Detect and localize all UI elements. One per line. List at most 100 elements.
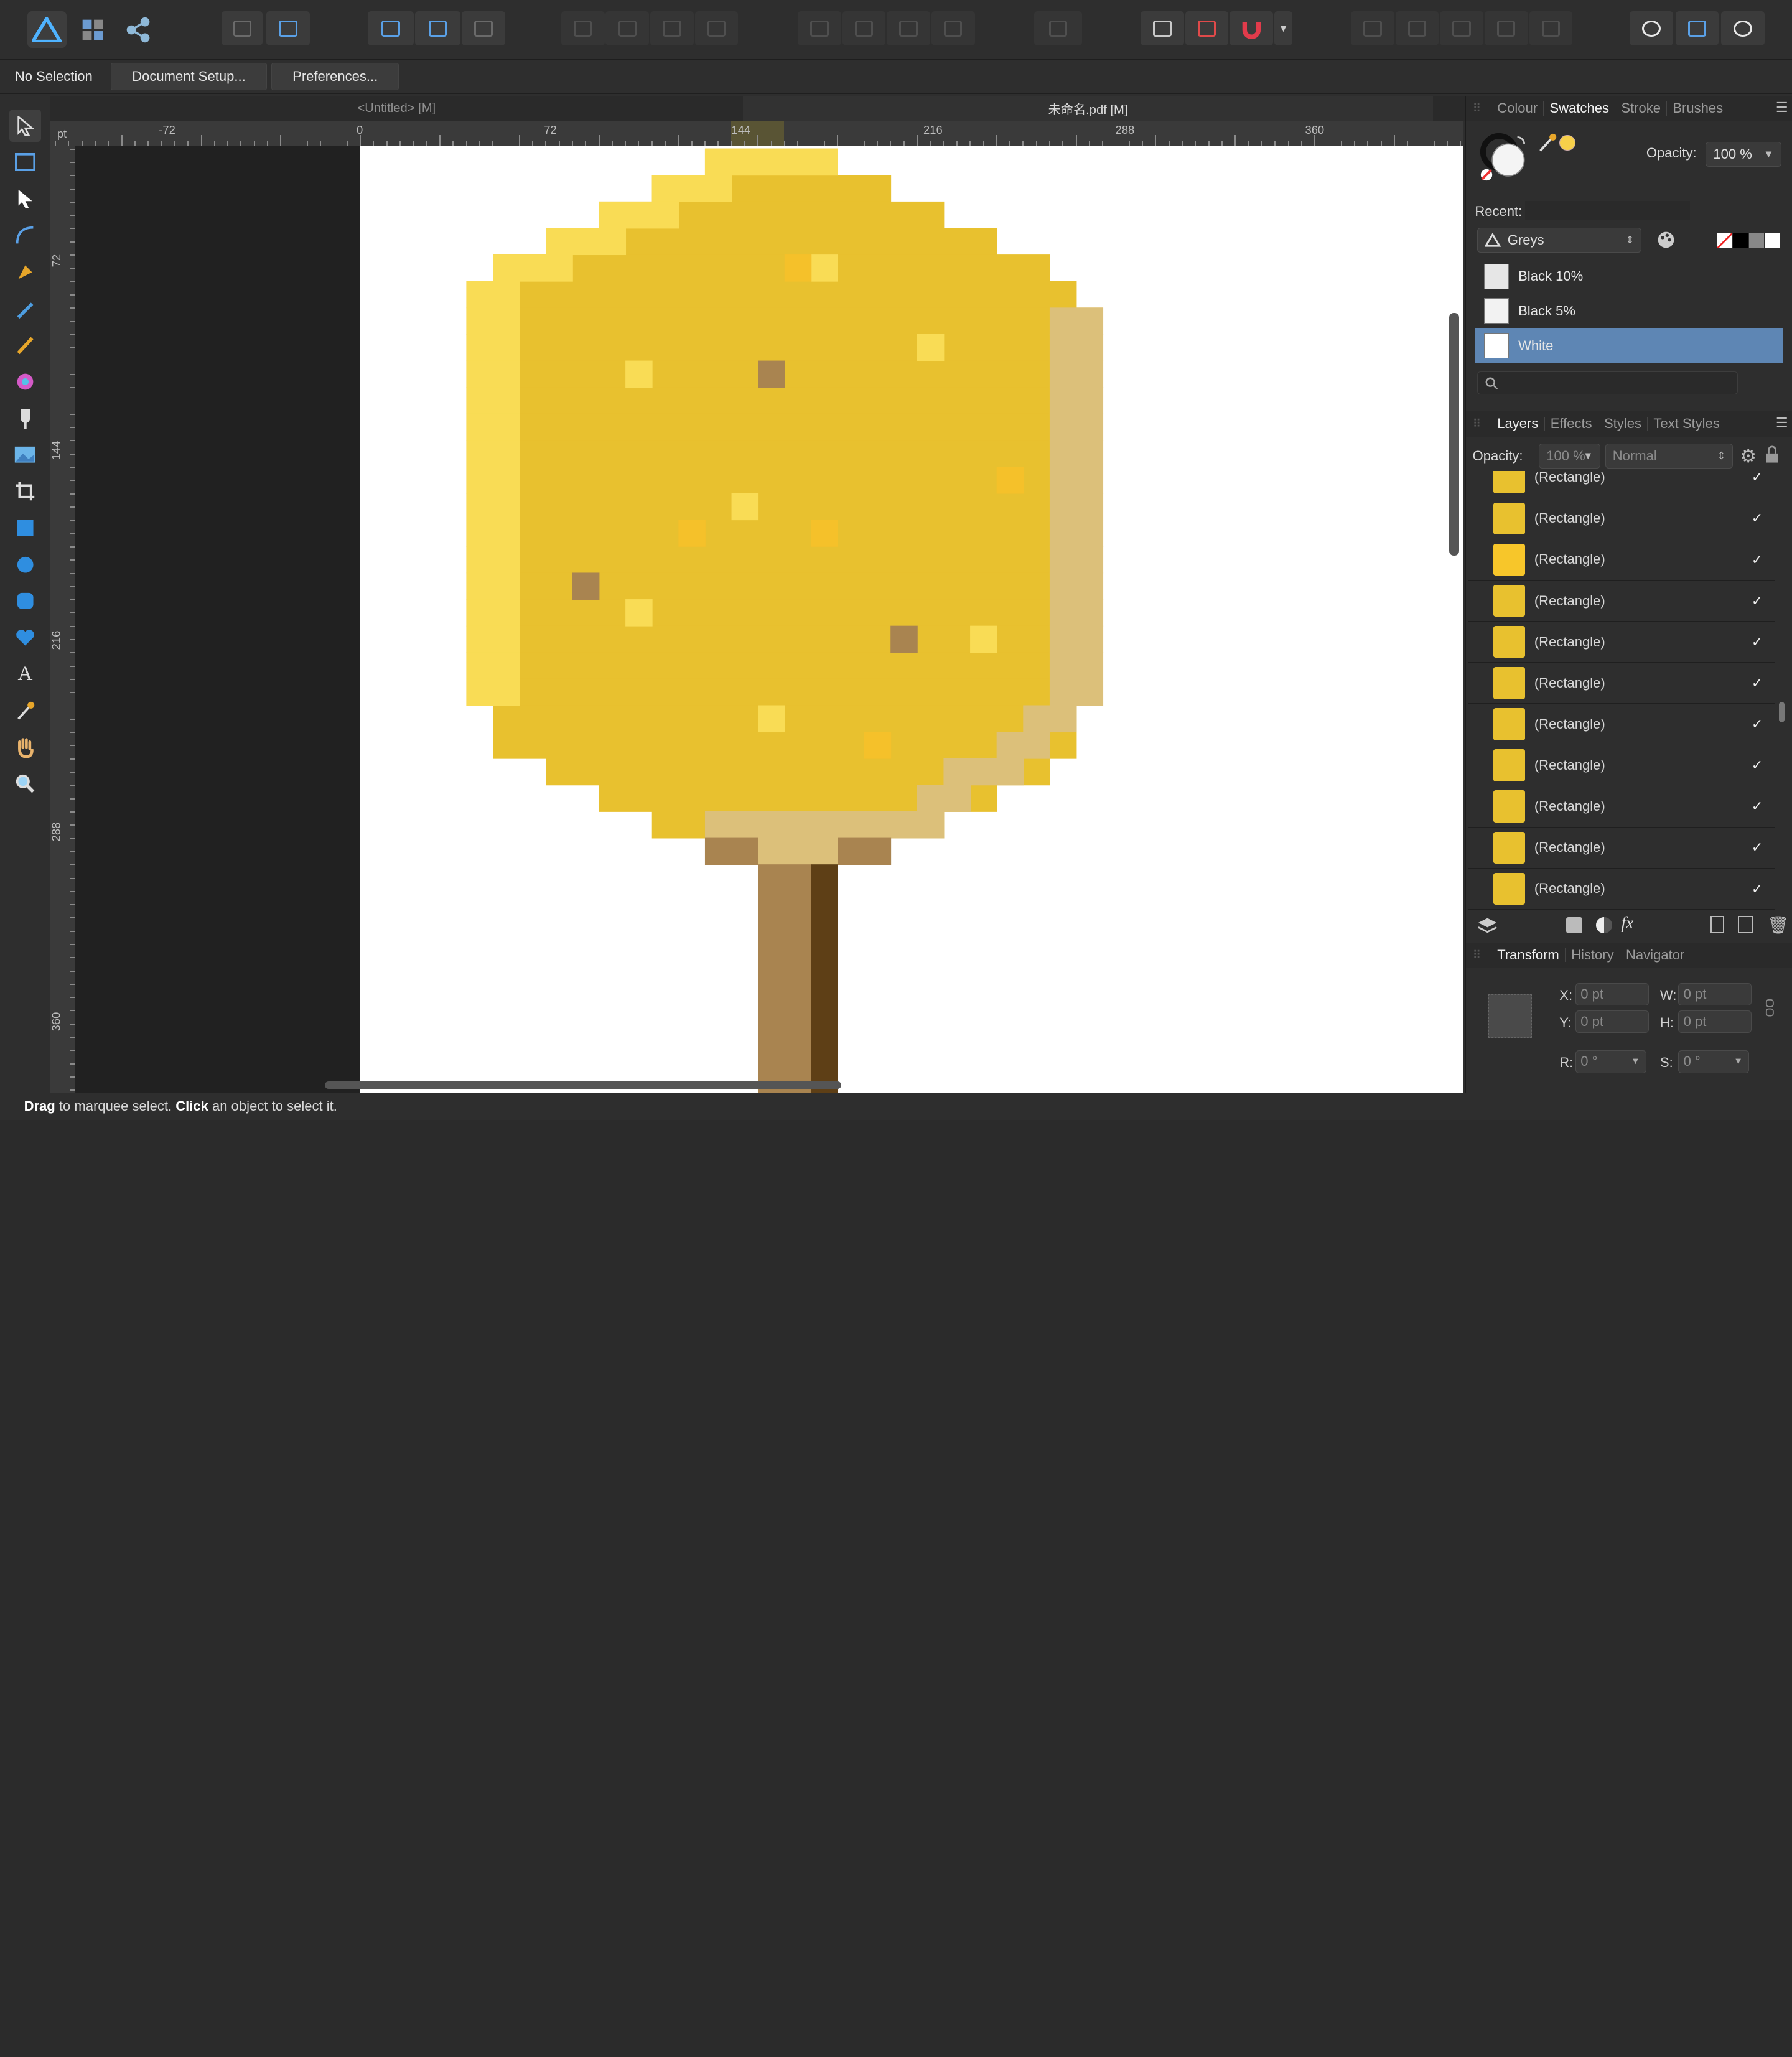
fill-stroke-well[interactable] xyxy=(1480,133,1525,181)
trunk[interactable] xyxy=(757,864,811,1093)
speckle[interactable] xyxy=(996,467,1024,494)
speckle[interactable] xyxy=(810,254,838,282)
pen-tool-icon[interactable] xyxy=(9,256,41,287)
foliage-row[interactable] xyxy=(465,440,1103,468)
snapping-magnet-icon[interactable] xyxy=(1230,11,1274,46)
force-pixel-icon[interactable] xyxy=(1185,11,1229,46)
highlight[interactable] xyxy=(465,599,520,627)
ellipse-tool-icon[interactable] xyxy=(9,549,41,581)
foliage-row[interactable] xyxy=(492,254,1050,282)
swatch-opacity-dropdown[interactable]: 100 % ▼ xyxy=(1706,141,1781,167)
layer-visibility-checkbox[interactable]: ✓ xyxy=(1749,757,1765,773)
swatch-search-input[interactable] xyxy=(1477,371,1738,394)
artboard-page[interactable] xyxy=(360,146,1463,1093)
horizontal-scrollbar[interactable] xyxy=(324,1081,841,1089)
foliage-row[interactable] xyxy=(465,307,1103,335)
shadow[interactable] xyxy=(1049,652,1103,679)
snap-bounds-icon[interactable] xyxy=(414,11,461,46)
speckle[interactable] xyxy=(625,360,653,388)
layer-row[interactable]: (Rectangle) ✓ xyxy=(1468,786,1775,828)
document-setup-button[interactable]: Document Setup... xyxy=(111,62,267,90)
layer-row[interactable]: (Rectangle) ✓ xyxy=(1468,498,1775,539)
boolean-divide-icon[interactable] xyxy=(1529,11,1573,46)
rectangle-tool-icon[interactable] xyxy=(9,512,41,544)
delete-layer-icon[interactable]: 🗑 xyxy=(1768,915,1790,935)
panel-menu-icon[interactable]: ☰ xyxy=(1776,415,1788,431)
canvas[interactable] xyxy=(75,146,1463,1093)
foliage-row[interactable] xyxy=(465,493,1103,521)
foliage-row[interactable] xyxy=(465,334,1103,361)
collar[interactable] xyxy=(704,837,758,865)
layer-row[interactable]: (Rectangle) ✓ xyxy=(1468,704,1775,745)
rounded-rectangle-tool-icon[interactable] xyxy=(9,585,41,617)
layer-row[interactable]: (Rectangle) ✓ xyxy=(1468,869,1775,910)
heart-shape-tool-icon[interactable] xyxy=(9,622,41,653)
layers-list[interactable]: (Rectangle) ✓ (Rectangle) ✓ (Rectangle) ✓ (Rec… xyxy=(1466,470,1777,910)
insert-behind-icon[interactable] xyxy=(1630,11,1673,46)
preferences-button[interactable]: Preferences... xyxy=(271,62,399,90)
highlight[interactable] xyxy=(465,625,520,653)
tab-history[interactable]: History xyxy=(1564,948,1620,963)
speckle[interactable] xyxy=(731,493,758,521)
tab-brushes[interactable]: Brushes xyxy=(1666,101,1729,116)
boolean-subtract-icon[interactable] xyxy=(1395,11,1439,46)
vector-brush-tool-icon[interactable] xyxy=(9,329,41,361)
highlight[interactable] xyxy=(465,307,520,335)
swatch-white[interactable]: White xyxy=(1475,328,1784,364)
tab-colour[interactable]: Colour xyxy=(1491,101,1543,116)
panel-grip-icon[interactable]: ⠿ xyxy=(1473,101,1486,115)
arrange-back-icon[interactable] xyxy=(561,11,605,46)
arrange-backward-icon[interactable] xyxy=(605,11,650,46)
palette-options-icon[interactable] xyxy=(1656,230,1676,255)
highlight[interactable] xyxy=(465,520,520,547)
boolean-xor-icon[interactable] xyxy=(1484,11,1528,46)
insert-top-icon[interactable] xyxy=(1675,11,1719,46)
hand-tool-icon[interactable] xyxy=(9,731,41,763)
panel-menu-icon[interactable]: ☰ xyxy=(1776,100,1788,116)
shadow[interactable] xyxy=(996,732,1050,759)
crop-tool-icon[interactable] xyxy=(9,475,41,507)
layer-visibility-checkbox[interactable]: ✓ xyxy=(1749,798,1765,814)
highlight[interactable] xyxy=(465,281,520,309)
place-icon[interactable] xyxy=(222,11,263,46)
shadow[interactable] xyxy=(917,785,971,812)
snapping-grid-icon[interactable] xyxy=(1141,11,1184,46)
fill-tool-icon[interactable] xyxy=(9,366,41,398)
export-persona-icon[interactable] xyxy=(119,11,157,48)
layer-visibility-checkbox[interactable]: ✓ xyxy=(1749,675,1765,691)
current-color-swatch[interactable] xyxy=(1559,134,1575,151)
highlight[interactable] xyxy=(465,467,520,494)
recent-swatches-strip[interactable] xyxy=(1525,201,1690,220)
align-icon[interactable] xyxy=(1034,11,1083,46)
corner-tool-icon[interactable] xyxy=(9,220,41,251)
speckle[interactable] xyxy=(784,254,811,282)
tab-styles[interactable]: Styles xyxy=(1597,417,1647,431)
foliage-row[interactable] xyxy=(492,732,1076,759)
foliage-row[interactable] xyxy=(465,520,1103,547)
highlight[interactable] xyxy=(465,360,520,388)
rotation-field[interactable]: 0 ° ▼ xyxy=(1575,1050,1646,1073)
vertical-scrollbar[interactable] xyxy=(1449,313,1460,556)
tab-navigator[interactable]: Navigator xyxy=(1619,948,1691,963)
snapping-dropdown-icon[interactable]: ▼ xyxy=(1274,11,1293,46)
insert-inside-icon[interactable] xyxy=(1721,11,1765,46)
tab-effects[interactable]: Effects xyxy=(1544,417,1598,431)
text-tool-icon[interactable]: A xyxy=(9,658,41,690)
boolean-add-icon[interactable] xyxy=(1350,11,1394,46)
highlight[interactable] xyxy=(465,572,520,600)
shadow[interactable] xyxy=(1049,572,1103,600)
trunk-shadow[interactable] xyxy=(810,864,838,1093)
adjustment-layer-icon[interactable] xyxy=(1596,917,1612,933)
highlight[interactable] xyxy=(599,201,679,229)
layer-row[interactable]: (Rectangle) ✓ xyxy=(1468,622,1775,663)
foliage-row[interactable] xyxy=(465,413,1103,441)
rotate-left-icon[interactable] xyxy=(887,11,931,46)
highlight[interactable] xyxy=(465,440,520,468)
shadow[interactable] xyxy=(1049,334,1103,361)
mask-layer-icon[interactable] xyxy=(1566,917,1582,933)
shadow[interactable] xyxy=(1049,467,1103,494)
shadow[interactable] xyxy=(1049,625,1103,653)
layer-visibility-checkbox[interactable]: ✓ xyxy=(1749,552,1765,568)
w-field[interactable]: 0 pt xyxy=(1678,982,1752,1006)
white-swatch[interactable] xyxy=(1765,233,1780,248)
